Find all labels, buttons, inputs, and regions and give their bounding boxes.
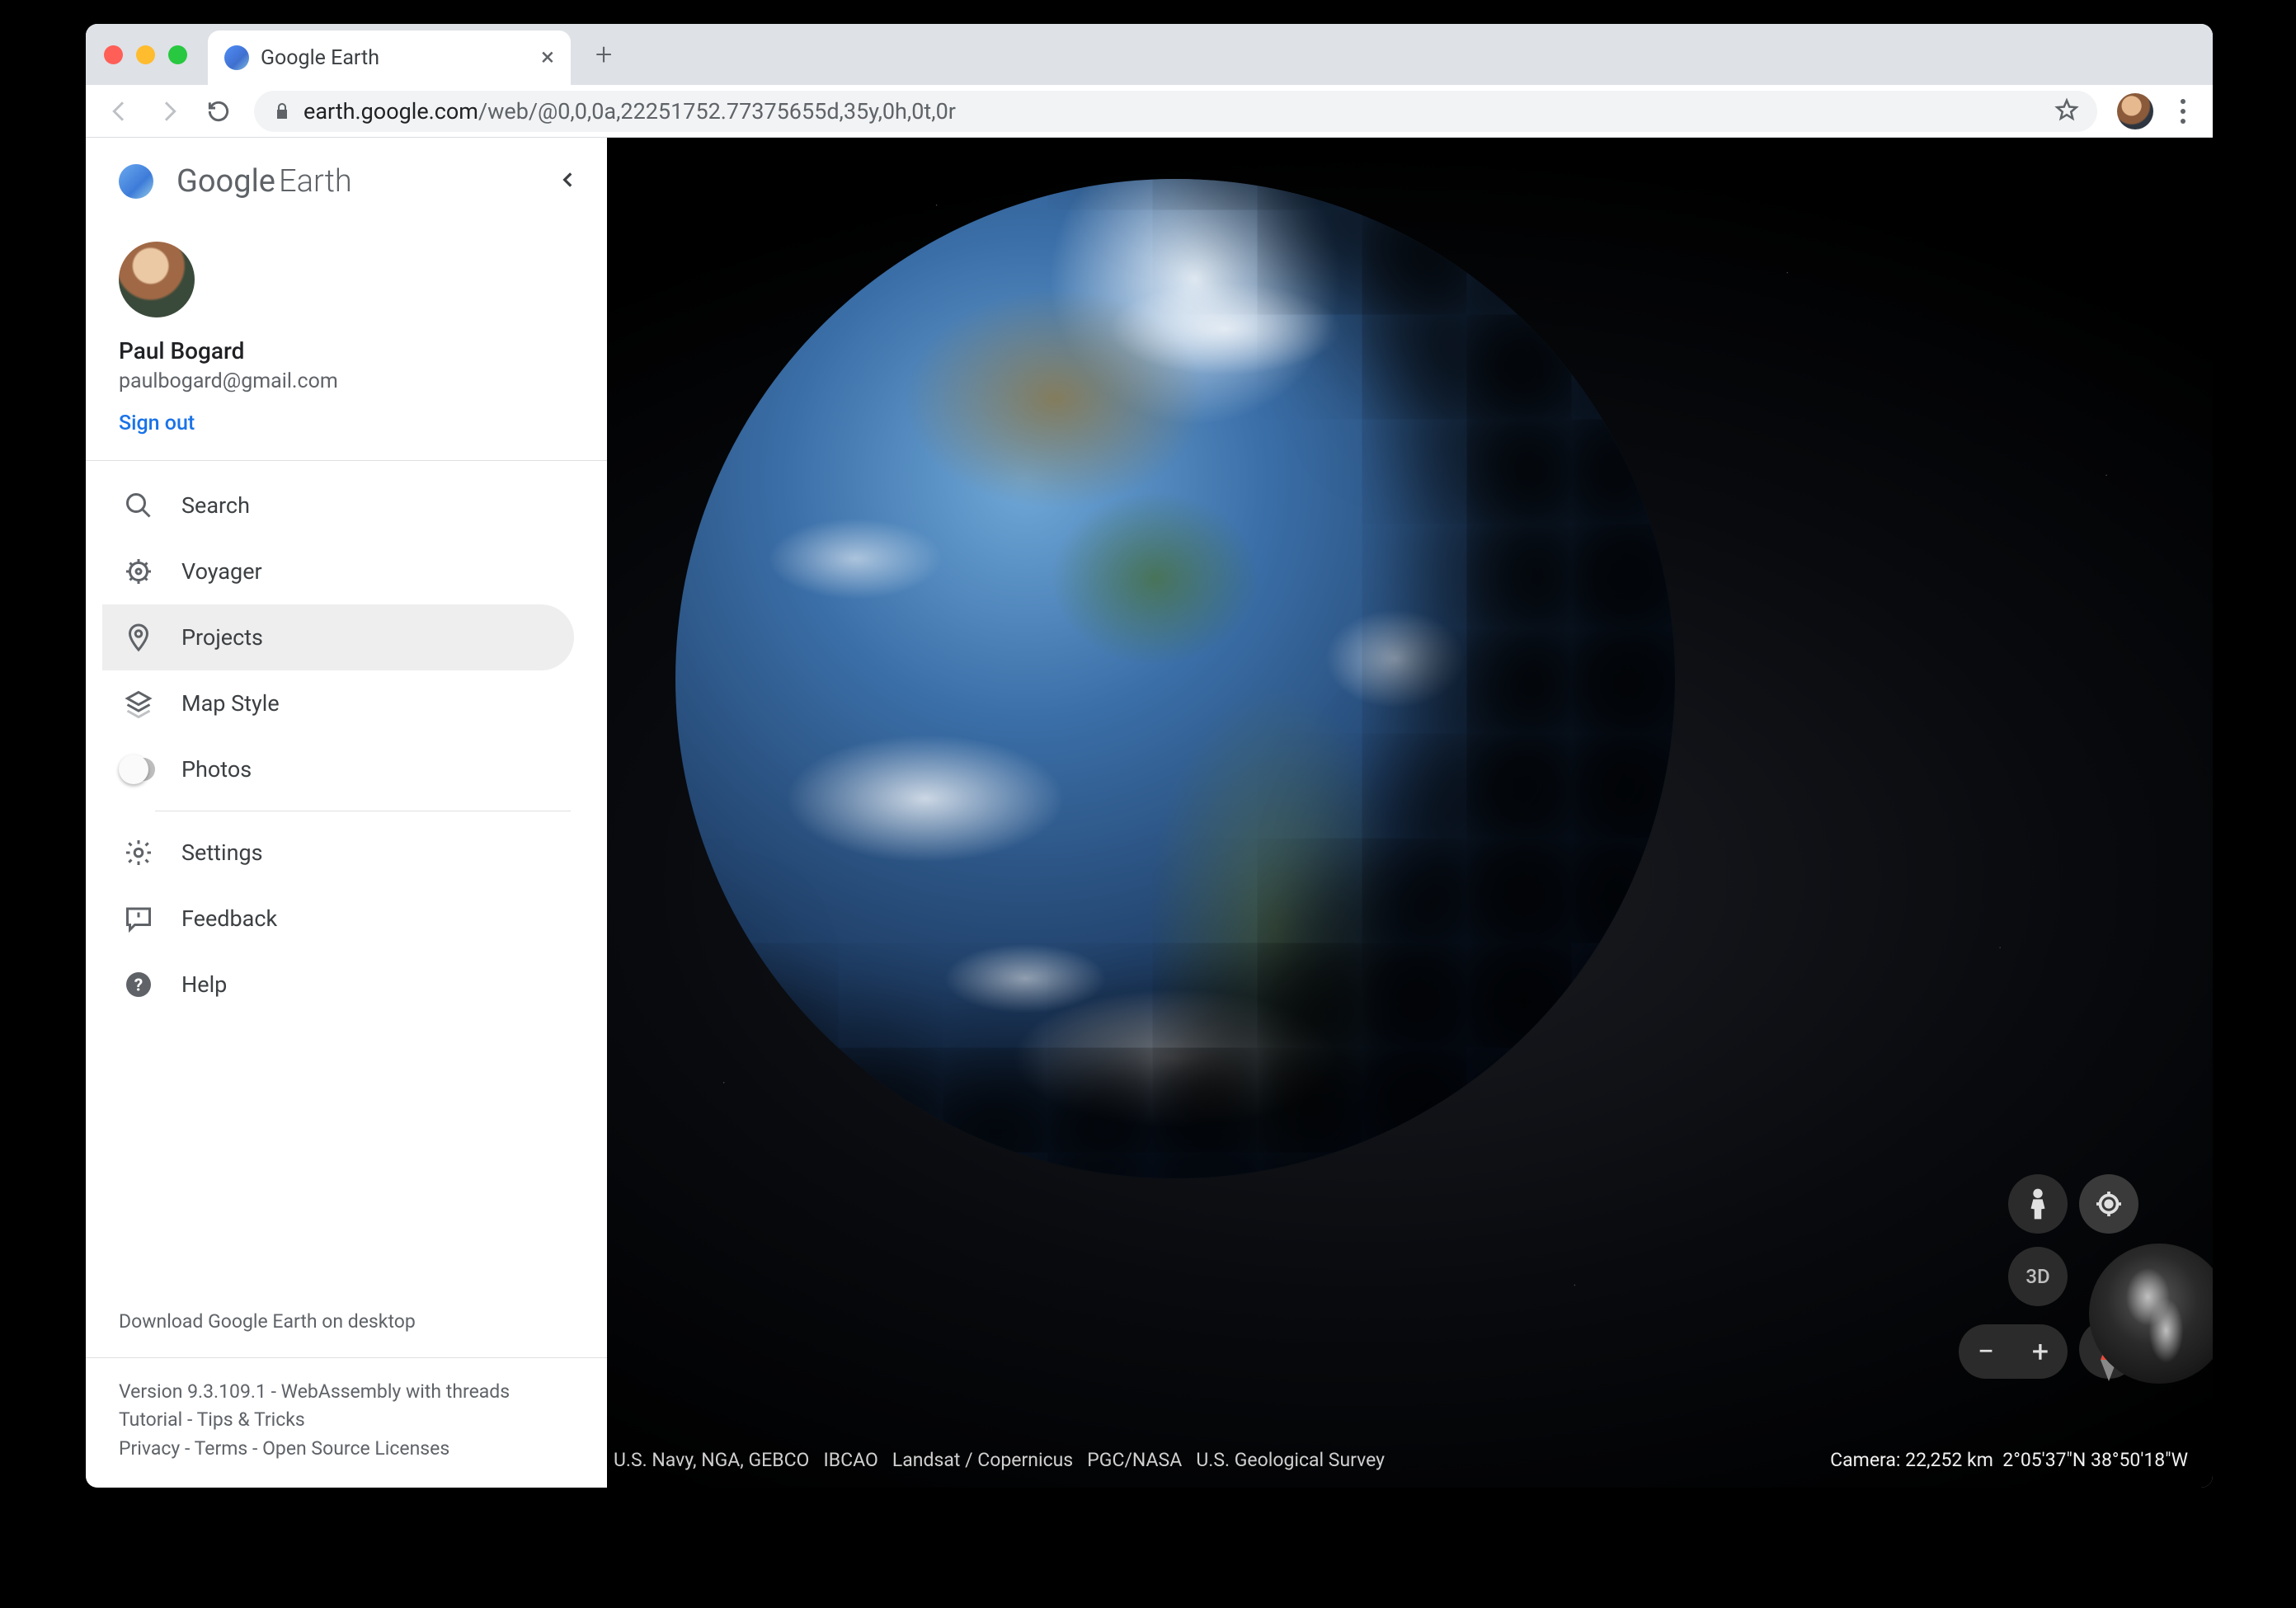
window-minimize-button[interactable]: [136, 45, 155, 64]
sidebar-nav: Search Voyager Projects Map Style Photos: [86, 461, 607, 1029]
user-section: Paul Bogard paulbogard@gmail.com Sign ou…: [86, 225, 607, 460]
user-display-name: Paul Bogard: [119, 337, 574, 364]
window-controls: [104, 45, 187, 64]
terms-link[interactable]: Terms: [195, 1437, 248, 1460]
url-host: earth.google.com: [303, 98, 478, 125]
tab-close-button[interactable]: ×: [541, 45, 554, 70]
user-avatar[interactable]: [119, 242, 195, 317]
tips-link[interactable]: Tips & Tricks: [197, 1408, 305, 1431]
camera-readout: Camera: 22,252 km 2°05'37"N 38°50'18"W: [1830, 1449, 2188, 1471]
nav-projects[interactable]: Projects: [102, 604, 574, 670]
profile-avatar-button[interactable]: [2117, 93, 2153, 129]
search-icon: [122, 491, 155, 520]
nav-search[interactable]: Search: [102, 473, 574, 538]
address-bar[interactable]: earth.google.com/web/@0,0,0a,22251752.77…: [254, 91, 2097, 132]
svg-text:?: ?: [134, 976, 143, 996]
reload-button[interactable]: [198, 91, 239, 132]
sidebar: GoogleEarth Paul Bogard paulbogard@gmail…: [86, 138, 607, 1488]
tab-favicon-icon: [224, 45, 249, 70]
tab-title: Google Earth: [261, 46, 529, 70]
zoom-in-button[interactable]: +: [2013, 1337, 2068, 1366]
content-area: U.S. Navy, NGA, GEBCOIBCAOLandsat / Cope…: [86, 138, 2213, 1488]
nav-help[interactable]: ? Help: [102, 952, 574, 1018]
tab-strip: Google Earth × +: [86, 24, 2213, 85]
forward-button[interactable]: [148, 91, 190, 132]
nav-photos[interactable]: Photos: [102, 736, 574, 802]
sidebar-header: GoogleEarth: [86, 138, 607, 225]
download-desktop-link[interactable]: Download Google Earth on desktop: [86, 1302, 607, 1357]
user-email: paulbogard@gmail.com: [119, 369, 574, 393]
nav-map-style[interactable]: Map Style: [102, 670, 574, 736]
window-maximize-button[interactable]: [168, 45, 187, 64]
feedback-icon: [122, 904, 155, 933]
pegman-button[interactable]: [2008, 1174, 2068, 1234]
imagery-attribution: U.S. Navy, NGA, GEBCOIBCAOLandsat / Cope…: [614, 1449, 1385, 1471]
tutorial-link[interactable]: Tutorial: [119, 1408, 182, 1431]
pin-icon: [122, 623, 155, 652]
nav-voyager[interactable]: Voyager: [102, 538, 574, 604]
help-icon: ?: [122, 970, 155, 999]
version-text: Version 9.3.109.1 - WebAssembly with thr…: [119, 1378, 574, 1407]
lock-icon: [272, 101, 292, 121]
overview-globe-button[interactable]: [2089, 1244, 2213, 1384]
browser-menu-button[interactable]: [2167, 95, 2200, 128]
gear-icon: [122, 838, 155, 867]
helm-icon: [122, 557, 155, 586]
app-title: GoogleEarth: [176, 163, 352, 200]
sidebar-footer: Version 9.3.109.1 - WebAssembly with thr…: [86, 1358, 607, 1488]
earth-globe[interactable]: [675, 179, 1675, 1178]
photos-toggle[interactable]: [122, 758, 155, 781]
browser-tab[interactable]: Google Earth ×: [208, 31, 571, 85]
layers-icon: [122, 689, 155, 718]
window-close-button[interactable]: [104, 45, 123, 64]
browser-window: Google Earth × + earth.google.com/web/@0…: [86, 24, 2213, 1488]
browser-toolbar: earth.google.com/web/@0,0,0a,22251752.77…: [86, 85, 2213, 138]
nav-settings[interactable]: Settings: [102, 820, 574, 886]
my-location-button[interactable]: [2079, 1174, 2138, 1234]
sign-out-link[interactable]: Sign out: [119, 411, 574, 435]
3d-toggle-button[interactable]: 3D: [2008, 1247, 2068, 1306]
url-text: earth.google.com/web/@0,0,0a,22251752.77…: [303, 98, 956, 125]
zoom-control: − +: [1959, 1324, 2068, 1379]
back-button[interactable]: [99, 91, 140, 132]
new-tab-button[interactable]: +: [595, 37, 612, 72]
privacy-link[interactable]: Privacy: [119, 1437, 180, 1460]
nav-feedback[interactable]: Feedback: [102, 886, 574, 952]
url-path: /web/@0,0,0a,22251752.77375655d,35y,0h,0…: [478, 98, 956, 125]
bookmark-button[interactable]: [2054, 97, 2079, 125]
earth-logo-icon: [119, 164, 153, 199]
collapse-sidebar-button[interactable]: [558, 169, 579, 194]
osl-link[interactable]: Open Source Licenses: [262, 1437, 449, 1460]
zoom-out-button[interactable]: −: [1959, 1337, 2013, 1366]
